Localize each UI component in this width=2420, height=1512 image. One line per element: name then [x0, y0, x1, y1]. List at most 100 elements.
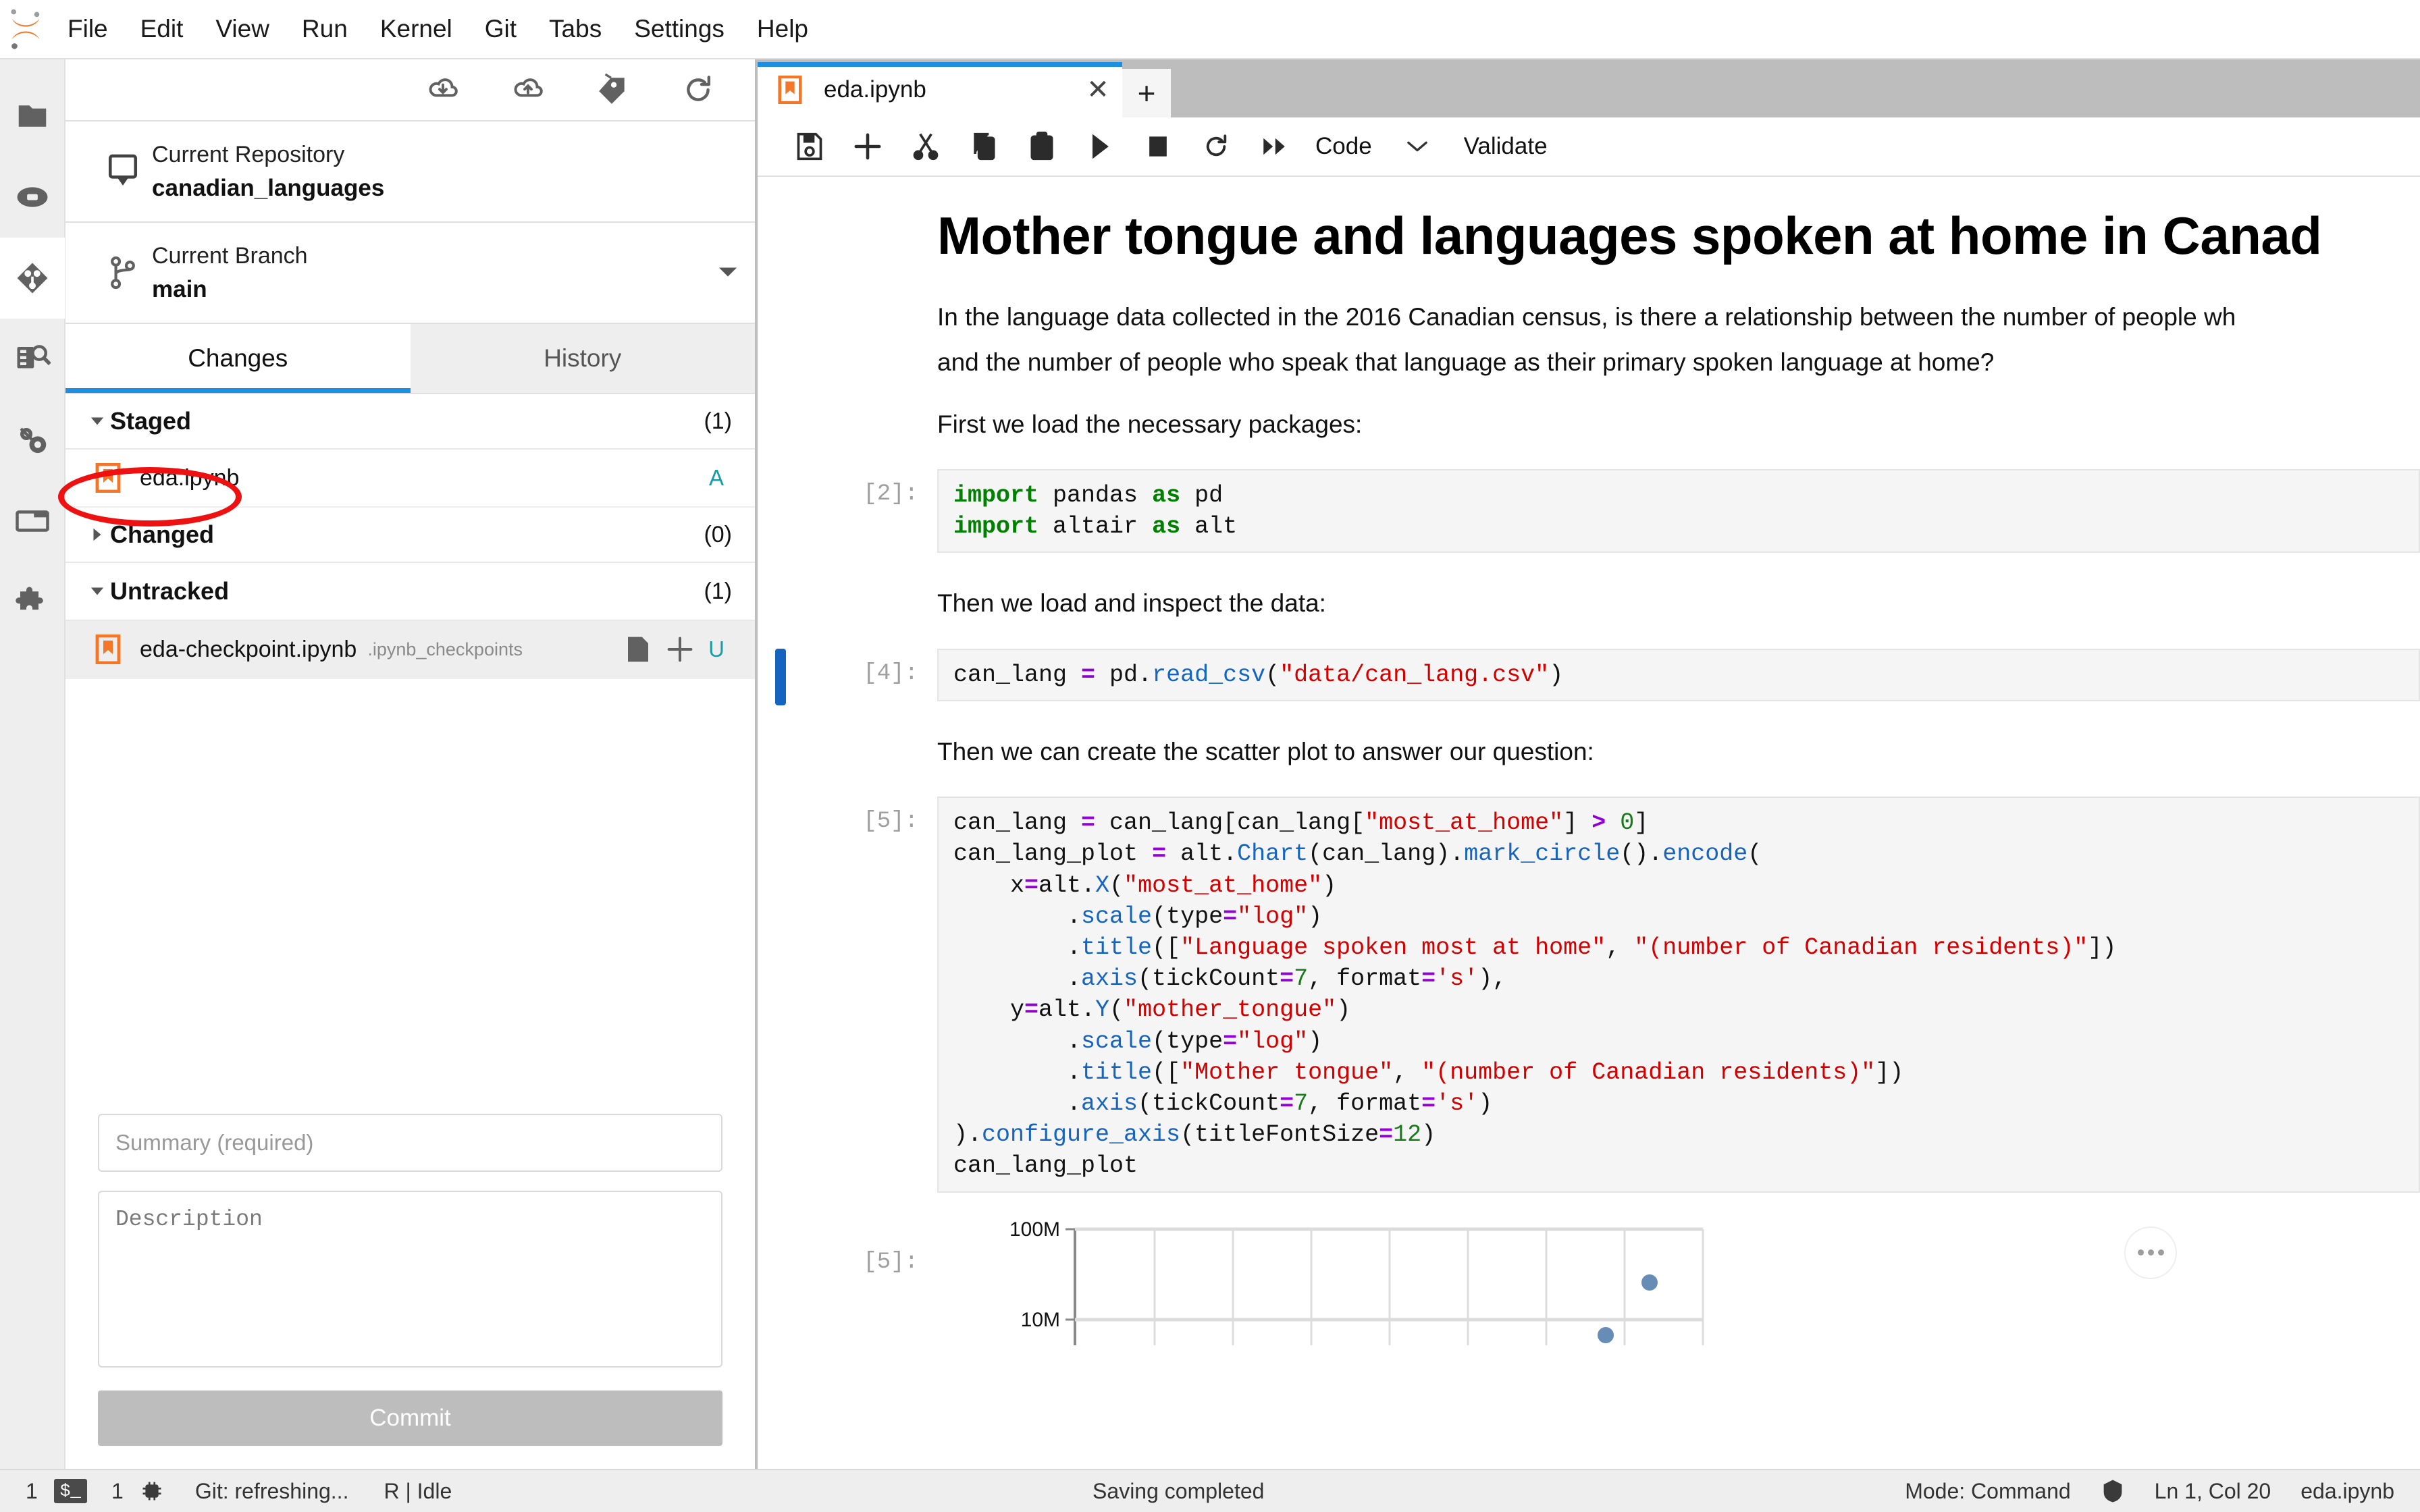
open-tabs-icon[interactable]: [0, 481, 65, 562]
save-icon[interactable]: [781, 121, 839, 172]
file-browser-icon[interactable]: [0, 76, 65, 157]
code-line: .axis(tickCount=7, format='s'),: [953, 965, 1507, 993]
stop-icon[interactable]: [1129, 121, 1187, 172]
notebook-file-icon: [95, 463, 130, 493]
push-icon[interactable]: [506, 68, 550, 111]
validate-button[interactable]: Validate: [1464, 133, 1548, 160]
kernel-status[interactable]: R | Idle: [384, 1479, 452, 1504]
load-data-text: Then we load and inspect the data:: [937, 589, 1326, 618]
group-count-changed: (0): [704, 521, 732, 547]
untracked-file-dir: .ipynb_checkpoints: [367, 639, 523, 659]
code-line: import altair as alt: [953, 513, 1238, 541]
output-options-icon[interactable]: [2124, 1226, 2177, 1279]
cut-icon[interactable]: [897, 121, 955, 172]
menu-item-git[interactable]: Git: [469, 11, 533, 47]
restart-icon[interactable]: [1187, 121, 1245, 172]
extension-settings-icon[interactable]: [0, 400, 65, 481]
data-point: [1598, 1326, 1614, 1343]
staged-file-row[interactable]: eda.ipynb A: [65, 450, 755, 508]
open-file-icon[interactable]: [617, 636, 659, 663]
group-header-changed[interactable]: Changed (0): [65, 508, 755, 563]
terminal-count[interactable]: 1: [26, 1479, 38, 1504]
notebook-mode[interactable]: Mode: Command: [1905, 1479, 2070, 1504]
output-area-5: 100M 10M: [937, 1210, 2420, 1345]
page-title: Mother tongue and languages spoken at ho…: [937, 206, 2322, 265]
cell-input-4[interactable]: can_lang = pd.read_csv("data/can_lang.cs…: [937, 648, 2420, 701]
git-status[interactable]: Git: refreshing...: [195, 1479, 349, 1504]
body: Current Repository canadian_languages Cu…: [0, 59, 2420, 1469]
menu-item-run[interactable]: Run: [286, 11, 364, 47]
tag-icon[interactable]: [591, 68, 635, 111]
chevron-down-icon: [1406, 141, 1427, 152]
cell-input-5[interactable]: can_lang = can_lang[can_lang["most_at_ho…: [937, 796, 2420, 1193]
refresh-icon[interactable]: [677, 68, 720, 111]
scatter-plot-text: Then we can create the scatter plot to a…: [937, 737, 1594, 765]
paste-icon[interactable]: [1013, 121, 1071, 172]
menu-item-tabs[interactable]: Tabs: [533, 11, 618, 47]
cell-type-select[interactable]: Code: [1303, 123, 1440, 170]
code-line: can_lang_plot: [953, 1152, 1138, 1180]
menu-item-help[interactable]: Help: [741, 11, 824, 47]
load-packages-text: First we load the necessary packages:: [937, 410, 1363, 438]
kernel-count[interactable]: 1: [111, 1479, 124, 1504]
markdown-cell-title[interactable]: Mother tongue and languages spoken at ho…: [758, 205, 2420, 443]
current-branch-section[interactable]: Current Branch main: [65, 223, 755, 324]
code-line: .scale(type="log"): [953, 1027, 1323, 1055]
code-line: .title(["Mother tongue", "(number of Can…: [953, 1058, 1904, 1086]
data-point: [1641, 1274, 1658, 1291]
run-icon[interactable]: [1071, 121, 1129, 172]
chevron-down-icon[interactable]: [701, 266, 755, 279]
group-header-staged[interactable]: Staged (1): [65, 394, 755, 450]
kernel-icon[interactable]: [140, 1479, 164, 1503]
restart-run-all-icon[interactable]: [1245, 121, 1303, 172]
git-toolbar: [65, 59, 755, 122]
menu-item-settings[interactable]: Settings: [618, 11, 741, 47]
altair-scatter-chart[interactable]: 100M 10M: [937, 1217, 2420, 1345]
tab-history[interactable]: History: [410, 324, 755, 393]
cell-prompt-5: [5]:: [863, 809, 918, 835]
active-file[interactable]: eda.ipynb: [2300, 1479, 2394, 1504]
untracked-file-row[interactable]: eda-checkpoint.ipynb .ipynb_checkpoints …: [65, 621, 755, 679]
cursor-position[interactable]: Ln 1, Col 20: [2155, 1479, 2271, 1504]
notebook-scroll-area[interactable]: Mother tongue and languages spoken at ho…: [758, 177, 2420, 1469]
cell-input-2[interactable]: import pandas as pd import altair as alt: [937, 469, 2420, 554]
no-checks-icon[interactable]: [2101, 1479, 2125, 1503]
terminal-icon[interactable]: $_: [53, 1479, 88, 1503]
stage-file-icon[interactable]: [659, 636, 701, 663]
svg-text:100M: 100M: [1009, 1218, 1060, 1241]
menu-item-kernel[interactable]: Kernel: [364, 11, 469, 47]
commit-summary-input[interactable]: Summary (required): [98, 1114, 722, 1172]
copy-icon[interactable]: [955, 121, 1013, 172]
tab-changes[interactable]: Changes: [65, 324, 411, 393]
notebook-file-icon: [778, 76, 813, 104]
tab-eda-notebook[interactable]: eda.ipynb ✕: [758, 62, 1122, 117]
code-line: import pandas as pd: [953, 482, 1224, 510]
menu-item-edit[interactable]: Edit: [124, 11, 200, 47]
git-icon[interactable]: [0, 238, 65, 319]
code-cell-5[interactable]: [5]: can_lang = can_lang[can_lang["most_…: [758, 796, 2420, 1193]
notebook-toolbar: Code Validate: [758, 117, 2420, 177]
commit-button[interactable]: Commit: [98, 1390, 722, 1446]
insert-cell-icon[interactable]: [839, 121, 897, 172]
pull-icon[interactable]: [421, 68, 465, 111]
current-repository-label: Current Repository: [152, 141, 345, 167]
search-commands-icon[interactable]: [0, 319, 65, 400]
close-icon[interactable]: ✕: [1074, 74, 1122, 105]
code-cell-2[interactable]: [2]: import pandas as pd import altair as…: [758, 469, 2420, 554]
commit-description-input[interactable]: Description: [98, 1191, 722, 1368]
group-header-untracked[interactable]: Untracked (1): [65, 563, 755, 621]
current-repository-section[interactable]: Current Repository canadian_languages: [65, 122, 755, 223]
markdown-cell-scatter[interactable]: Then we can create the scatter plot to a…: [758, 732, 2420, 771]
markdown-cell-load-data[interactable]: Then we load and inspect the data:: [758, 584, 2420, 622]
new-launcher-button[interactable]: +: [1122, 69, 1171, 117]
extension-manager-icon[interactable]: [0, 562, 65, 643]
menu-item-file[interactable]: File: [51, 11, 124, 47]
activity-bar: [0, 59, 65, 1469]
notebook-tab-bar: eda.ipynb ✕ +: [758, 59, 2420, 117]
desktop-icon: [94, 153, 152, 190]
code-cell-4[interactable]: [4]: can_lang = pd.read_csv("data/can_la…: [758, 648, 2420, 705]
staged-file-status: A: [708, 465, 724, 490]
menu-item-view[interactable]: View: [199, 11, 286, 47]
running-terminals-icon[interactable]: [0, 157, 65, 238]
notebook-content: Mother tongue and languages spoken at ho…: [758, 177, 2420, 1345]
